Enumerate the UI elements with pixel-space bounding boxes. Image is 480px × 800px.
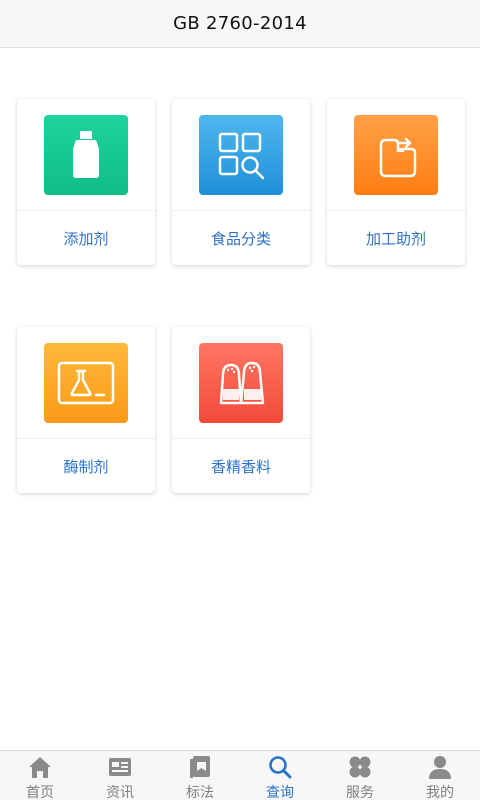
search-icon — [267, 754, 293, 780]
book-icon — [187, 754, 213, 780]
clover-icon — [347, 754, 373, 780]
grid-search-icon — [199, 115, 283, 195]
header-bar: GB 2760-2014 — [0, 0, 480, 48]
tab-home[interactable]: 首页 — [0, 751, 80, 800]
category-card-food-classification[interactable]: 食品分类 — [172, 99, 310, 265]
home-icon — [27, 754, 53, 780]
flow-arrow-icon — [354, 115, 438, 195]
news-icon — [107, 754, 133, 780]
tab-news[interactable]: 资讯 — [80, 751, 160, 800]
bottle-icon — [44, 115, 128, 195]
tab-label: 资讯 — [106, 785, 134, 800]
tab-standards[interactable]: 标法 — [160, 751, 240, 800]
flask-icon — [44, 343, 128, 423]
category-card-flavorings[interactable]: 香精香料 — [172, 327, 310, 493]
user-icon — [427, 754, 453, 780]
category-card-additives[interactable]: 添加剂 — [17, 99, 155, 265]
tab-profile[interactable]: 我的 — [400, 751, 480, 800]
category-label: 食品分类 — [210, 229, 271, 248]
tab-label: 标法 — [186, 785, 214, 800]
salt-pepper-icon — [199, 343, 283, 423]
bottom-tab-bar: 首页 资讯 标法 查询 服务 我的 — [0, 750, 480, 800]
tab-label: 我的 — [426, 785, 454, 800]
category-label: 添加剂 — [63, 229, 109, 248]
category-label: 加工助剂 — [365, 229, 426, 248]
tab-search[interactable]: 查询 — [240, 751, 320, 800]
category-label: 酶制剂 — [63, 457, 109, 476]
category-label: 香精香料 — [210, 457, 271, 476]
category-card-processing-aids[interactable]: 加工助剂 — [327, 99, 465, 265]
tab-label: 首页 — [26, 785, 54, 800]
tab-label: 查询 — [266, 785, 294, 800]
tab-label: 服务 — [346, 785, 374, 800]
category-card-enzymes[interactable]: 酶制剂 — [17, 327, 155, 493]
tab-services[interactable]: 服务 — [320, 751, 400, 800]
page-title: GB 2760-2014 — [173, 13, 307, 34]
